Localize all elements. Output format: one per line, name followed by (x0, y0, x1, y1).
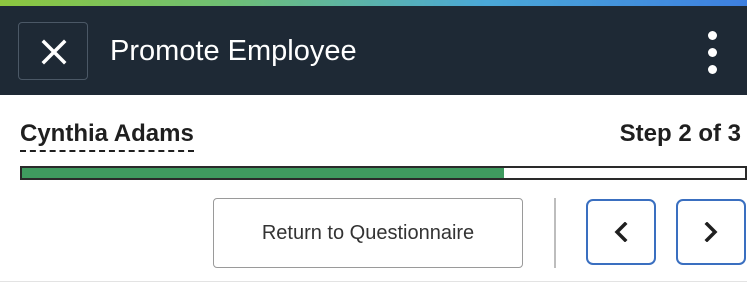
close-button[interactable] (18, 22, 88, 80)
promote-employee-page: Promote Employee Cynthia Adams Step 2 of… (0, 0, 747, 284)
toolbar-divider (554, 198, 556, 268)
kebab-menu-button[interactable] (700, 29, 726, 77)
progress-bar (20, 166, 747, 180)
page-title: Promote Employee (110, 35, 357, 67)
step-indicator: Step 2 of 3 (619, 120, 741, 147)
next-step-button[interactable] (676, 199, 746, 265)
chevron-right-icon (704, 222, 718, 242)
previous-step-button[interactable] (586, 199, 656, 265)
page-header: Promote Employee (0, 6, 747, 95)
return-to-questionnaire-button[interactable]: Return to Questionnaire (213, 198, 523, 268)
close-icon (41, 39, 67, 65)
bottom-divider (0, 281, 747, 282)
employee-name[interactable]: Cynthia Adams (20, 120, 194, 152)
progress-bar-fill (22, 168, 505, 178)
kebab-menu-icon (708, 31, 717, 40)
chevron-left-icon (614, 222, 628, 242)
